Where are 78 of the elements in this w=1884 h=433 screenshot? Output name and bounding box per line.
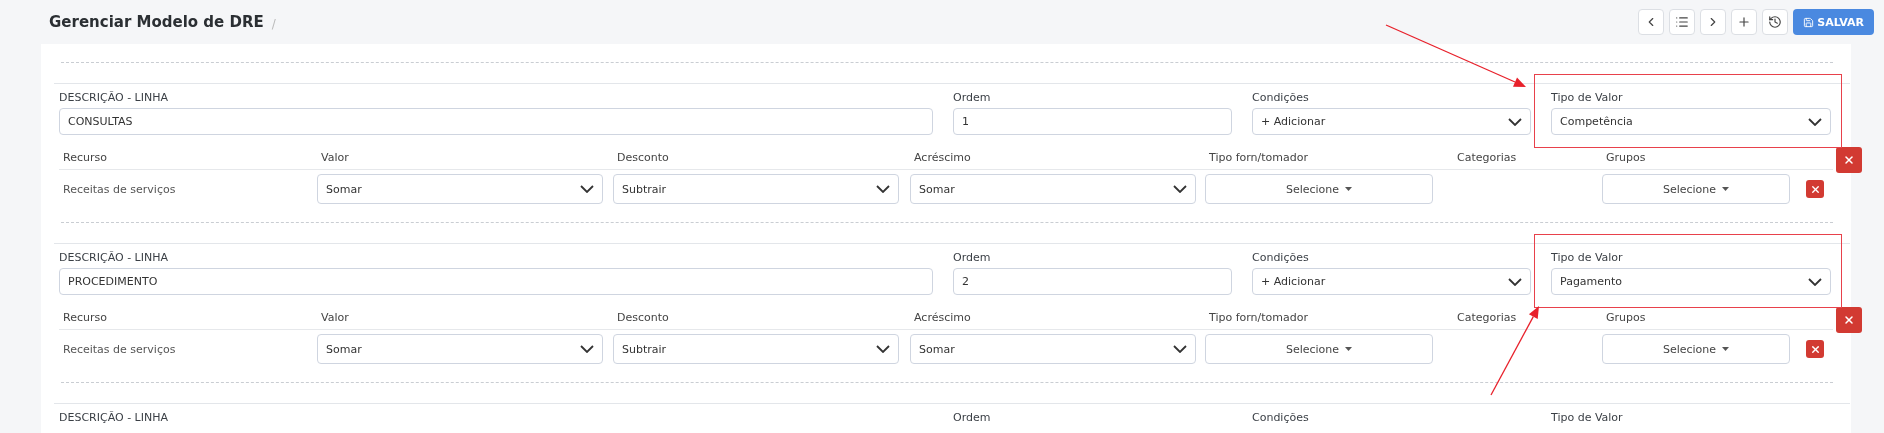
remove-section-button[interactable] (1836, 147, 1862, 173)
column-header: Categorias (1456, 150, 1517, 164)
close-icon (1843, 154, 1855, 166)
chevron-down-icon (580, 345, 594, 353)
operation-select[interactable]: Subtrair (613, 174, 899, 204)
order-input[interactable]: 2 (953, 268, 1232, 295)
chevron-down-icon (1508, 117, 1522, 126)
field-label: DESCRIÇÃO - LINHA (59, 410, 169, 425)
caret-icon (1722, 187, 1730, 191)
list-button[interactable] (1669, 9, 1696, 35)
chevron-down-icon (1173, 185, 1187, 193)
column-header: Grupos (1605, 150, 1646, 164)
conditions-select[interactable]: + Adicionar (1252, 268, 1531, 295)
column-header: Acréscimo (913, 150, 971, 164)
chevron-down-icon (1173, 345, 1187, 353)
chevron-down-icon (1508, 277, 1522, 286)
caret-icon (1722, 347, 1730, 351)
remove-row-button[interactable] (1806, 180, 1824, 198)
conditions-select[interactable]: + Adicionar (1252, 108, 1531, 135)
value-type-select[interactable]: Pagamento (1551, 268, 1831, 295)
supplier-type-dropdown[interactable]: Selecione (1205, 174, 1433, 204)
operation-select[interactable]: Subtrair (613, 334, 899, 364)
column-header: Recurso (62, 310, 107, 324)
value-type-select[interactable]: Competência (1551, 108, 1831, 135)
chevron-down-icon (876, 185, 890, 193)
field-label: Condições (1252, 410, 1310, 425)
field-label: Condições (1252, 90, 1310, 105)
page-title: Gerenciar Modelo de DRE (49, 13, 264, 31)
field-label: Tipo de Valor (1551, 90, 1624, 105)
save-icon (1803, 16, 1815, 28)
close-icon (1809, 183, 1821, 195)
history-icon (1768, 15, 1783, 29)
chevron-down-icon (876, 345, 890, 353)
column-header: Acréscimo (913, 310, 971, 324)
column-header: Categorias (1456, 310, 1517, 324)
column-header: Valor (320, 150, 349, 164)
close-icon (1843, 314, 1855, 326)
description-input[interactable]: CONSULTAS (59, 108, 933, 135)
resource-text: Receitas de serviços (62, 182, 176, 196)
column-header: Tipo forn/tomador (1208, 150, 1308, 164)
field-label: Tipo de Valor (1551, 410, 1624, 425)
chevron-down-icon (1808, 117, 1822, 126)
column-header: Desconto (616, 150, 669, 164)
chevron-down-icon (1808, 277, 1822, 286)
field-label: DESCRIÇÃO - LINHA (59, 90, 169, 105)
operation-select[interactable]: Somar (317, 174, 603, 204)
groups-dropdown[interactable]: Selecione (1602, 174, 1790, 204)
column-header: Recurso (62, 150, 107, 164)
order-input[interactable]: 1 (953, 108, 1232, 135)
caret-icon (1345, 347, 1353, 351)
field-label: Tipo de Valor (1551, 250, 1624, 265)
field-label: Condições (1252, 250, 1310, 265)
list-icon (1675, 15, 1690, 29)
operation-select[interactable]: Somar (910, 174, 1196, 204)
breadcrumb-separator: / (271, 16, 276, 31)
remove-row-button[interactable] (1806, 340, 1824, 358)
field-label: Ordem (953, 90, 992, 105)
close-icon (1809, 343, 1821, 355)
field-label: DESCRIÇÃO - LINHA (59, 250, 169, 265)
operation-select[interactable]: Somar (317, 334, 603, 364)
remove-section-button[interactable] (1836, 307, 1862, 333)
column-header: Tipo forn/tomador (1208, 310, 1308, 324)
field-label: Ordem (953, 250, 992, 265)
plus-icon (1737, 15, 1752, 29)
chevron-down-icon (580, 185, 594, 193)
caret-icon (1345, 187, 1353, 191)
groups-dropdown[interactable]: Selecione (1602, 334, 1790, 364)
field-label: Ordem (953, 410, 992, 425)
supplier-type-dropdown[interactable]: Selecione (1205, 334, 1433, 364)
add-button[interactable] (1731, 9, 1758, 35)
resource-text: Receitas de serviços (62, 342, 176, 356)
column-header: Valor (320, 310, 349, 324)
column-header: Grupos (1605, 310, 1646, 324)
operation-select[interactable]: Somar (910, 334, 1196, 364)
column-header: Desconto (616, 310, 669, 324)
description-input[interactable]: PROCEDIMENTO (59, 268, 933, 295)
save-button[interactable]: SALVAR (1793, 9, 1874, 35)
history-button[interactable] (1762, 9, 1789, 35)
